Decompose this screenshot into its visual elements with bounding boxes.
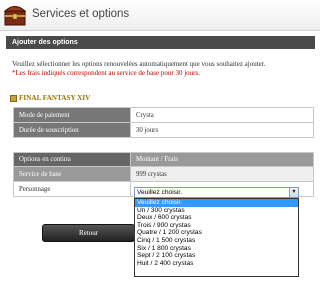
back-button[interactable]: Retour xyxy=(42,224,135,242)
game-title: FINAL FANTASY XIV xyxy=(10,94,90,102)
dropdown-option[interactable]: Huit / 2 400 crystas xyxy=(135,260,298,268)
duration-value: 30 jours xyxy=(130,122,314,138)
column-header-amount: Montant / Frais xyxy=(130,152,314,167)
table-row: Mode de paiement Crysta xyxy=(13,107,314,123)
game-title-text: FINAL FANTASY XIV xyxy=(19,94,91,102)
duration-label: Durée de souscription xyxy=(13,122,131,138)
subscription-info-table: Mode de paiement Crysta Durée de souscri… xyxy=(13,107,314,138)
chevron-down-icon[interactable]: ▼ xyxy=(289,188,298,197)
intro-line: Veuillez sélectionner les options renouv… xyxy=(12,60,266,68)
base-service-value: 999 crystas xyxy=(130,166,314,182)
table-row: Durée de souscription 30 jours xyxy=(13,122,314,138)
game-icon xyxy=(10,94,17,102)
intro-text: Veuillez sélectionner les options renouv… xyxy=(12,60,312,78)
column-header-options: Options en continu xyxy=(13,152,131,167)
dropdown-option[interactable]: Six / 1 800 crystas xyxy=(135,245,298,253)
dropdown-option[interactable]: Sept / 2 100 crystas xyxy=(135,252,298,260)
section-title-bar: Ajouter des options xyxy=(6,36,315,49)
base-service-label: Service de base xyxy=(13,166,131,182)
page-title: Services et options xyxy=(32,8,130,20)
character-label: Personnage xyxy=(13,181,131,197)
table-header-row: Options en continu Montant / Frais xyxy=(13,152,314,167)
dropdown-option[interactable]: Veuillez choisir. xyxy=(135,199,298,207)
character-dropdown-list[interactable]: Veuillez choisir. Un / 300 crystas Deux … xyxy=(134,198,299,277)
intro-note: *Les frais indiqués correspondent au ser… xyxy=(12,69,200,77)
dropdown-option[interactable]: Quatre / 1 200 crystas xyxy=(135,229,298,237)
payment-mode-label: Mode de paiement xyxy=(13,107,131,123)
table-row: Service de base 999 crystas xyxy=(13,166,314,182)
page-header: Services et options xyxy=(0,0,320,31)
dropdown-option[interactable]: Deux / 600 crystas xyxy=(135,214,298,222)
treasure-chest-icon xyxy=(3,6,27,26)
dropdown-option[interactable]: Cinq / 1 500 crystas xyxy=(135,237,298,245)
payment-mode-value: Crysta xyxy=(130,107,314,123)
dropdown-option[interactable]: Un / 300 crystas xyxy=(135,207,298,215)
dropdown-option[interactable]: Trois / 900 crystas xyxy=(135,222,298,230)
character-select-value: Veuillez choisir. xyxy=(137,189,183,196)
character-select[interactable]: Veuillez choisir. ▼ xyxy=(134,187,299,198)
